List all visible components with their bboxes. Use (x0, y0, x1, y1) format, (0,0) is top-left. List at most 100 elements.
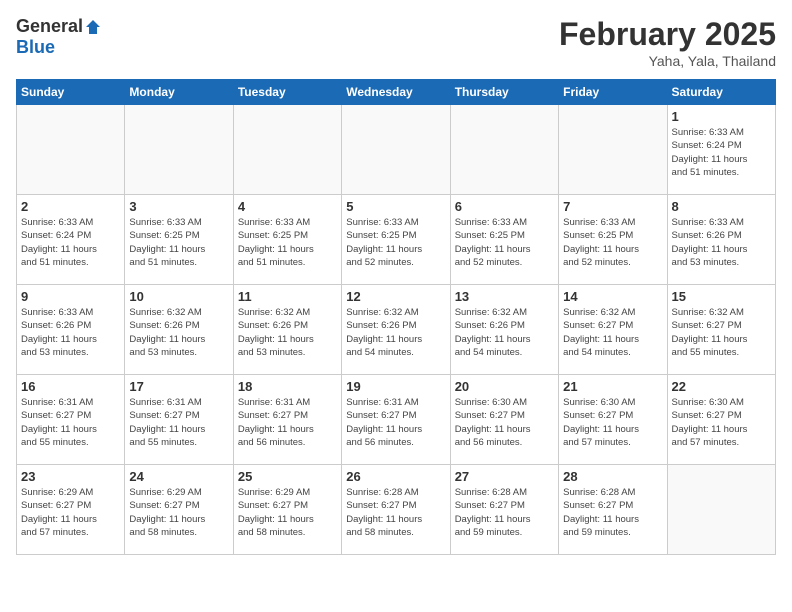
calendar-cell: 18 Sunrise: 6:31 AM Sunset: 6:27 PM Dayli… (233, 375, 341, 465)
day-of-week-header: Thursday (450, 80, 558, 105)
calendar-cell: 20 Sunrise: 6:30 AM Sunset: 6:27 PM Dayli… (450, 375, 558, 465)
logo-block: General Blue (16, 16, 103, 58)
day-info: Sunrise: 6:32 AM Sunset: 6:27 PM Dayligh… (563, 306, 662, 359)
calendar-cell: 5 Sunrise: 6:33 AM Sunset: 6:25 PM Daylig… (342, 195, 450, 285)
day-info: Sunrise: 6:33 AM Sunset: 6:26 PM Dayligh… (672, 216, 771, 269)
title-block: February 2025 Yaha, Yala, Thailand (559, 16, 776, 69)
calendar-cell: 23 Sunrise: 6:29 AM Sunset: 6:27 PM Dayli… (17, 465, 125, 555)
calendar-cell: 25 Sunrise: 6:29 AM Sunset: 6:27 PM Dayli… (233, 465, 341, 555)
day-number: 28 (563, 469, 662, 484)
day-info: Sunrise: 6:33 AM Sunset: 6:25 PM Dayligh… (238, 216, 337, 269)
logo: General Blue (16, 16, 103, 58)
day-number: 25 (238, 469, 337, 484)
day-number: 2 (21, 199, 120, 214)
calendar-cell: 27Sunrise: 6:28 AM Sunset: 6:27 PM Dayli… (450, 465, 558, 555)
day-number: 27 (455, 469, 554, 484)
day-of-week-header: Wednesday (342, 80, 450, 105)
day-of-week-header: Tuesday (233, 80, 341, 105)
calendar-week-row: 9Sunrise: 6:33 AM Sunset: 6:26 PM Daylig… (17, 285, 776, 375)
calendar-cell: 13 Sunrise: 6:32 AM Sunset: 6:26 PM Dayli… (450, 285, 558, 375)
day-number: 20 (455, 379, 554, 394)
day-number: 19 (346, 379, 445, 394)
day-info: Sunrise: 6:30 AM Sunset: 6:27 PM Dayligh… (563, 396, 662, 449)
calendar-week-row: 23 Sunrise: 6:29 AM Sunset: 6:27 PM Dayli… (17, 465, 776, 555)
calendar-header-row: SundayMondayTuesdayWednesdayThursdayFrid… (17, 80, 776, 105)
day-info: Sunrise: 6:32 AM Sunset: 6:26 PM Dayligh… (455, 306, 554, 359)
calendar-week-row: 16Sunrise: 6:31 AM Sunset: 6:27 PM Dayli… (17, 375, 776, 465)
day-number: 8 (672, 199, 771, 214)
day-number: 15 (672, 289, 771, 304)
calendar-cell: 3 Sunrise: 6:33 AM Sunset: 6:25 PM Daylig… (125, 195, 233, 285)
calendar-cell (17, 105, 125, 195)
calendar-cell: 8 Sunrise: 6:33 AM Sunset: 6:26 PM Daylig… (667, 195, 775, 285)
calendar-cell: 1Sunrise: 6:33 AM Sunset: 6:24 PM Daylig… (667, 105, 775, 195)
day-info: Sunrise: 6:33 AM Sunset: 6:24 PM Dayligh… (21, 216, 120, 269)
day-number: 3 (129, 199, 228, 214)
logo-icon (84, 18, 102, 36)
day-info: Sunrise: 6:33 AM Sunset: 6:25 PM Dayligh… (346, 216, 445, 269)
page-header: General Blue February 2025 Yaha, Yala, T… (16, 16, 776, 69)
day-info: Sunrise: 6:32 AM Sunset: 6:26 PM Dayligh… (129, 306, 228, 359)
calendar-cell: 10 Sunrise: 6:32 AM Sunset: 6:26 PM Dayli… (125, 285, 233, 375)
day-number: 21 (563, 379, 662, 394)
day-info: Sunrise: 6:32 AM Sunset: 6:26 PM Dayligh… (238, 306, 337, 359)
calendar-cell (342, 105, 450, 195)
day-number: 4 (238, 199, 337, 214)
calendar-cell: 22 Sunrise: 6:30 AM Sunset: 6:27 PM Dayli… (667, 375, 775, 465)
calendar-cell: 19Sunrise: 6:31 AM Sunset: 6:27 PM Dayli… (342, 375, 450, 465)
calendar-cell: 9Sunrise: 6:33 AM Sunset: 6:26 PM Daylig… (17, 285, 125, 375)
calendar-cell: 4 Sunrise: 6:33 AM Sunset: 6:25 PM Daylig… (233, 195, 341, 285)
calendar-cell: 11 Sunrise: 6:32 AM Sunset: 6:26 PM Dayli… (233, 285, 341, 375)
calendar-week-row: 1Sunrise: 6:33 AM Sunset: 6:24 PM Daylig… (17, 105, 776, 195)
day-info: Sunrise: 6:29 AM Sunset: 6:27 PM Dayligh… (129, 486, 228, 539)
calendar-cell: 26 Sunrise: 6:28 AM Sunset: 6:27 PM Dayli… (342, 465, 450, 555)
day-number: 7 (563, 199, 662, 214)
day-of-week-header: Saturday (667, 80, 775, 105)
day-info: Sunrise: 6:32 AM Sunset: 6:27 PM Dayligh… (672, 306, 771, 359)
day-number: 6 (455, 199, 554, 214)
day-number: 9 (21, 289, 120, 304)
calendar-cell: 17 Sunrise: 6:31 AM Sunset: 6:27 PM Dayli… (125, 375, 233, 465)
day-number: 17 (129, 379, 228, 394)
day-info: Sunrise: 6:30 AM Sunset: 6:27 PM Dayligh… (455, 396, 554, 449)
calendar-cell (450, 105, 558, 195)
calendar-cell: 15 Sunrise: 6:32 AM Sunset: 6:27 PM Dayli… (667, 285, 775, 375)
calendar-cell: 16Sunrise: 6:31 AM Sunset: 6:27 PM Dayli… (17, 375, 125, 465)
calendar-cell (125, 105, 233, 195)
calendar-table: SundayMondayTuesdayWednesdayThursdayFrid… (16, 79, 776, 555)
day-info: Sunrise: 6:31 AM Sunset: 6:27 PM Dayligh… (129, 396, 228, 449)
day-of-week-header: Friday (559, 80, 667, 105)
calendar-cell: 2 Sunrise: 6:33 AM Sunset: 6:24 PM Daylig… (17, 195, 125, 285)
calendar-cell: 28 Sunrise: 6:28 AM Sunset: 6:27 PM Dayli… (559, 465, 667, 555)
day-info: Sunrise: 6:31 AM Sunset: 6:27 PM Dayligh… (21, 396, 120, 449)
day-info: Sunrise: 6:30 AM Sunset: 6:27 PM Dayligh… (672, 396, 771, 449)
day-number: 23 (21, 469, 120, 484)
day-info: Sunrise: 6:29 AM Sunset: 6:27 PM Dayligh… (21, 486, 120, 539)
day-number: 22 (672, 379, 771, 394)
logo-blue: Blue (16, 37, 55, 57)
day-info: Sunrise: 6:28 AM Sunset: 6:27 PM Dayligh… (563, 486, 662, 539)
day-number: 13 (455, 289, 554, 304)
day-number: 14 (563, 289, 662, 304)
calendar-cell: 6 Sunrise: 6:33 AM Sunset: 6:25 PM Daylig… (450, 195, 558, 285)
day-info: Sunrise: 6:33 AM Sunset: 6:25 PM Dayligh… (129, 216, 228, 269)
calendar-cell (233, 105, 341, 195)
day-number: 10 (129, 289, 228, 304)
day-of-week-header: Monday (125, 80, 233, 105)
calendar-cell: 7 Sunrise: 6:33 AM Sunset: 6:25 PM Daylig… (559, 195, 667, 285)
day-info: Sunrise: 6:29 AM Sunset: 6:27 PM Dayligh… (238, 486, 337, 539)
day-info: Sunrise: 6:31 AM Sunset: 6:27 PM Dayligh… (238, 396, 337, 449)
calendar-cell: 21 Sunrise: 6:30 AM Sunset: 6:27 PM Dayli… (559, 375, 667, 465)
day-info: Sunrise: 6:33 AM Sunset: 6:25 PM Dayligh… (455, 216, 554, 269)
day-number: 11 (238, 289, 337, 304)
day-number: 26 (346, 469, 445, 484)
calendar-cell (559, 105, 667, 195)
day-number: 18 (238, 379, 337, 394)
day-info: Sunrise: 6:33 AM Sunset: 6:25 PM Dayligh… (563, 216, 662, 269)
calendar-cell (667, 465, 775, 555)
day-number: 12 (346, 289, 445, 304)
calendar-week-row: 2 Sunrise: 6:33 AM Sunset: 6:24 PM Daylig… (17, 195, 776, 285)
day-info: Sunrise: 6:28 AM Sunset: 6:27 PM Dayligh… (346, 486, 445, 539)
calendar-cell: 12Sunrise: 6:32 AM Sunset: 6:26 PM Dayli… (342, 285, 450, 375)
day-number: 5 (346, 199, 445, 214)
